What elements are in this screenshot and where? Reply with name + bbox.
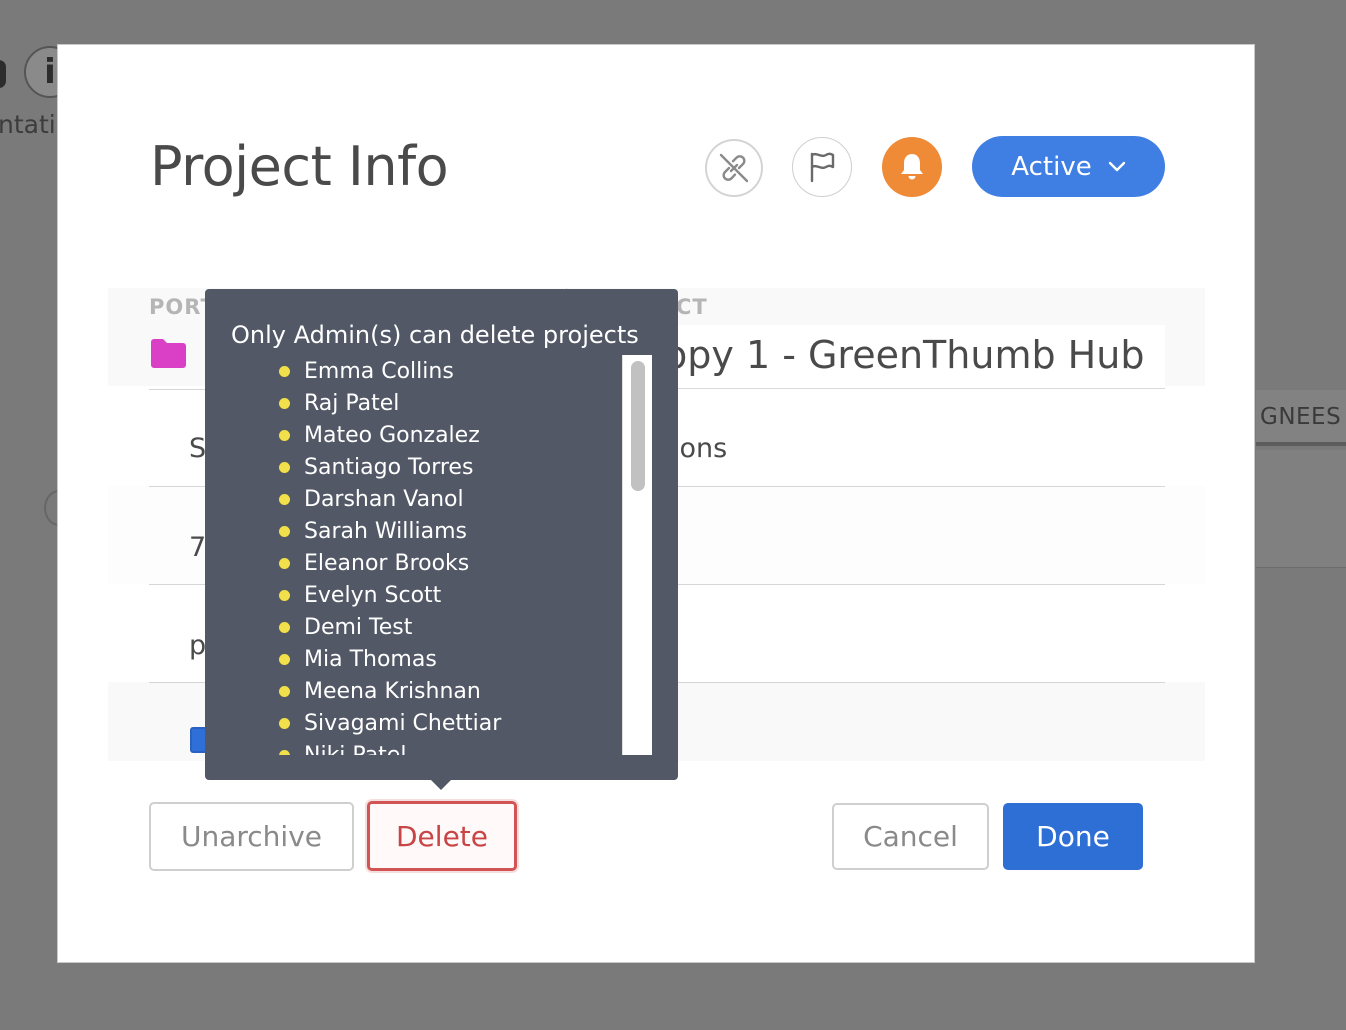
bullet-icon [279, 621, 290, 633]
list-item: Evelyn Scott [279, 579, 501, 611]
admin-name: Demi Test [304, 614, 413, 640]
list-item: Demi Test [279, 611, 501, 643]
admin-name: Raj Patel [304, 390, 400, 416]
list-item: Darshan Vanol [279, 483, 501, 515]
scrollbar[interactable] [622, 355, 652, 755]
bullet-icon [279, 365, 290, 377]
admin-name: Sarah Williams [304, 518, 468, 544]
bullet-icon [279, 685, 290, 697]
tooltip-title: Only Admin(s) can delete projects [231, 321, 639, 349]
list-item: Raj Patel [279, 387, 501, 419]
admin-name: Mateo Gonzalez [304, 422, 480, 448]
bullet-icon [279, 717, 290, 729]
bullet-icon [279, 397, 290, 409]
admin-name: Mia Thomas [304, 646, 437, 672]
admin-name: Evelyn Scott [304, 582, 442, 608]
field-value[interactable]: S [189, 433, 206, 464]
admin-name: Emma Collins [304, 358, 454, 384]
list-item: Mia Thomas [279, 643, 501, 675]
admin-list: Emma Collins Raj Patel Mateo Gonzalez Sa… [279, 355, 501, 755]
project-name-value: opy 1 - GreenThumb Hub [664, 333, 1145, 377]
bullet-icon [279, 493, 290, 505]
background-label: ntati [0, 110, 56, 139]
status-label: Active [1011, 151, 1092, 182]
project-label: CT [676, 295, 708, 319]
unarchive-button[interactable]: Unarchive [149, 802, 354, 871]
bullet-icon [279, 461, 290, 473]
unlink-icon [719, 153, 749, 183]
bullet-icon [279, 749, 290, 755]
list-item: Sarah Williams [279, 515, 501, 547]
admin-name: Santiago Torres [304, 454, 474, 480]
admin-list-viewport[interactable]: Emma Collins Raj Patel Mateo Gonzalez Sa… [205, 355, 620, 755]
assignees-column-header: GNEES [1256, 390, 1346, 446]
delete-permission-tooltip: Only Admin(s) can delete projects Emma C… [205, 289, 678, 790]
list-item: Meena Krishnan [279, 675, 501, 707]
delete-button[interactable]: Delete [367, 801, 517, 871]
bullet-icon [279, 557, 290, 569]
chevron-down-icon [1108, 161, 1125, 171]
admin-name: Sivagami Chettiar [304, 710, 502, 736]
admin-name: Niki Patel [304, 742, 407, 756]
list-item: Santiago Torres [279, 451, 501, 483]
bullet-icon [279, 429, 290, 441]
background-row [1256, 450, 1346, 568]
field-value[interactable]: 7 [189, 532, 206, 563]
page-title: Project Info [150, 135, 449, 198]
folder-icon[interactable] [150, 338, 187, 369]
admin-name: Darshan Vanol [304, 486, 464, 512]
field-value[interactable]: p [189, 630, 206, 661]
list-item: Niki Patel [279, 739, 501, 755]
admin-name: Eleanor Brooks [304, 550, 470, 576]
list-item: Emma Collins [279, 355, 501, 387]
scrollbar-thumb[interactable] [631, 361, 645, 491]
admin-name: Meena Krishnan [304, 678, 481, 704]
notifications-button[interactable] [882, 137, 942, 197]
flag-button[interactable] [792, 137, 852, 197]
list-item: Sivagami Chettiar [279, 707, 501, 739]
bullet-icon [279, 653, 290, 665]
assignees-header-text: GNEES [1260, 404, 1342, 430]
field-value[interactable]: ions [672, 433, 727, 464]
bullet-icon [279, 525, 290, 537]
bell-icon [901, 154, 923, 180]
unlink-button[interactable] [705, 139, 763, 197]
bullet-icon [279, 589, 290, 601]
done-button[interactable]: Done [1003, 803, 1143, 870]
flag-icon [810, 152, 835, 183]
list-item: Eleanor Brooks [279, 547, 501, 579]
list-item: Mateo Gonzalez [279, 419, 501, 451]
cancel-button[interactable]: Cancel [832, 803, 989, 870]
status-dropdown[interactable]: Active [972, 136, 1165, 197]
background-indicator [0, 60, 6, 88]
